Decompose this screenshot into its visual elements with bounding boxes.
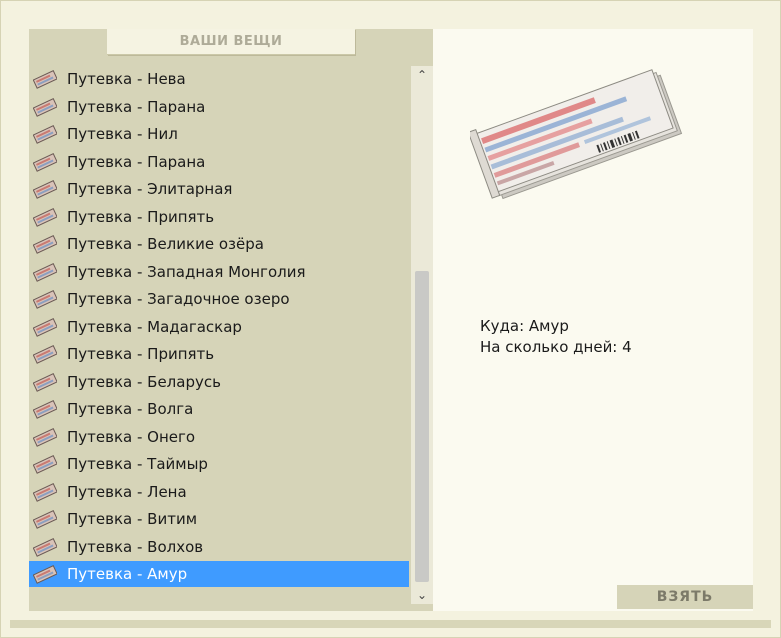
ticket-icon xyxy=(33,427,57,447)
list-item[interactable]: Путевка - Волга xyxy=(29,396,409,422)
ticket-icon xyxy=(33,372,57,392)
take-button[interactable]: ВЗЯТЬ xyxy=(617,585,753,609)
ticket-icon xyxy=(33,399,57,419)
ticket-icon xyxy=(33,262,57,282)
list-item-label: Путевка - Парана xyxy=(67,97,206,116)
list-item-label: Путевка - Беларусь xyxy=(67,372,221,391)
list-item-label: Путевка - Нил xyxy=(67,125,178,143)
list-item-label: Путевка - Припять xyxy=(67,345,215,363)
ticket-icon xyxy=(33,234,57,254)
list-item-label: Путевка - Западная Монголия xyxy=(67,262,306,281)
inventory-list: Путевка - Нева Путевка - Парана Путевка - … xyxy=(29,66,409,590)
ticket-icon xyxy=(33,179,57,199)
list-item[interactable]: Путевка - Припять xyxy=(29,341,409,367)
list-item-label: Путевка - Витим xyxy=(67,510,198,528)
ticket-icon xyxy=(33,289,57,309)
list-item[interactable]: Путевка - Онего xyxy=(29,424,409,450)
ticket-icon xyxy=(33,152,57,172)
list-item[interactable]: Путевка - Волхов xyxy=(29,534,409,560)
duration-text: На сколько дней: 4 xyxy=(480,338,632,356)
ticket-icon xyxy=(33,207,57,227)
ticket-icon xyxy=(33,317,57,337)
list-item[interactable]: Путевка - Беларусь xyxy=(29,369,409,395)
ticket-bundle-image xyxy=(467,55,685,205)
ticket-icon xyxy=(33,482,57,502)
item-details: Куда: Амур На сколько дней: 4 xyxy=(480,316,632,358)
list-item[interactable]: Путевка - Таймыр xyxy=(29,451,409,477)
scroll-thumb[interactable] xyxy=(415,271,429,582)
list-item[interactable]: Путевка - Загадочное озеро xyxy=(29,286,409,312)
list-scrollbar[interactable]: ⌃ ⌄ xyxy=(411,66,433,604)
list-item[interactable]: Путевка - Великие озёра xyxy=(29,231,409,257)
list-item[interactable]: Путевка - Западная Монголия xyxy=(29,259,409,285)
ticket-icon xyxy=(33,564,57,584)
list-item[interactable]: Путевка - Парана xyxy=(29,149,409,175)
list-item[interactable]: Путевка - Парана xyxy=(29,94,409,120)
ticket-icon xyxy=(33,124,57,144)
list-item-label: Путевка - Таймыр xyxy=(67,455,208,473)
list-item-label: Путевка - Лена xyxy=(67,482,187,501)
list-item[interactable]: Путевка - Лена xyxy=(29,479,409,505)
chevron-down-icon[interactable]: ⌄ xyxy=(411,586,433,604)
inventory-header: ВАШИ ВЕЩИ xyxy=(107,29,355,55)
list-item[interactable]: Путевка - Нил xyxy=(29,121,409,147)
list-item-label: Путевка - Элитарная xyxy=(67,180,233,198)
list-item-label: Путевка - Загадочное озеро xyxy=(67,290,290,308)
list-item[interactable]: Путевка - Припять xyxy=(29,204,409,230)
bottom-border xyxy=(10,620,771,628)
list-item-label: Путевка - Волхов xyxy=(67,537,204,556)
list-item-label: Путевка - Парана xyxy=(67,152,206,171)
list-item[interactable]: Путевка - Мадагаскар xyxy=(29,314,409,340)
list-item[interactable]: Путевка - Нева xyxy=(29,66,409,92)
ticket-icon xyxy=(33,97,57,117)
list-item[interactable]: Путевка - Витим xyxy=(29,506,409,532)
destination-text: Куда: Амур xyxy=(480,317,569,335)
list-item-label: Путевка - Нева xyxy=(67,70,186,88)
ticket-icon xyxy=(33,537,57,557)
list-item-label: Путевка - Амур xyxy=(67,565,188,583)
chevron-up-icon[interactable]: ⌃ xyxy=(411,66,433,84)
list-item-label: Путевка - Онего xyxy=(67,427,196,446)
list-item-label: Путевка - Волга xyxy=(67,400,194,418)
list-item[interactable]: Путевка - Элитарная xyxy=(29,176,409,202)
list-item-label: Путевка - Мадагаскар xyxy=(67,317,242,336)
list-item-label: Путевка - Припять xyxy=(67,207,215,226)
ticket-icon xyxy=(33,344,57,364)
ticket-icon xyxy=(33,454,57,474)
list-item-label: Путевка - Великие озёра xyxy=(67,235,264,253)
list-item[interactable]: Путевка - Амур xyxy=(29,561,409,587)
ticket-icon xyxy=(33,69,57,89)
ticket-icon xyxy=(33,509,57,529)
